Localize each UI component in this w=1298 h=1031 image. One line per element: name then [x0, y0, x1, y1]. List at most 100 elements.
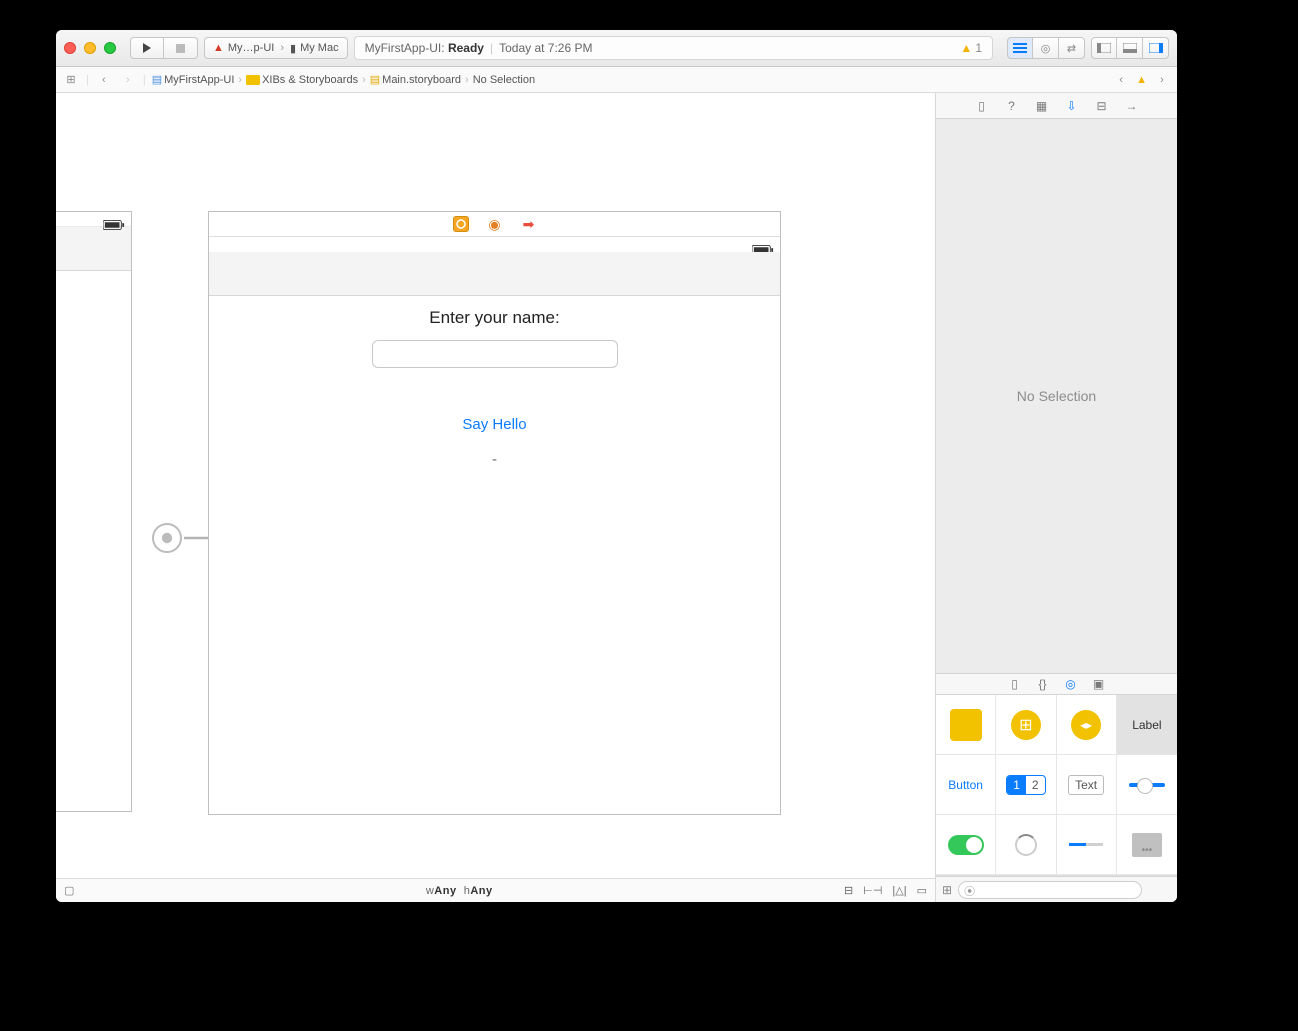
media-library-tab[interactable]: ▣	[1092, 677, 1106, 691]
storyboard-icon: ▤	[370, 73, 380, 86]
crumb-selection: No Selection	[473, 74, 535, 86]
back-button[interactable]: ‹	[95, 71, 113, 89]
toggle-debug-button[interactable]	[1117, 37, 1143, 59]
align-button[interactable]: ⊟	[844, 884, 853, 897]
file-template-tab[interactable]: ▯	[1008, 677, 1022, 691]
resizing-button[interactable]: ▭	[917, 884, 927, 897]
exit-icon[interactable]: ➡	[521, 216, 537, 232]
warning-icon: ▲	[1136, 74, 1147, 86]
pin-button[interactable]: ⊢⊣	[863, 884, 882, 897]
library-filter-input[interactable]	[958, 881, 1142, 899]
view-content[interactable]: Enter your name: Say Hello -	[209, 296, 780, 814]
first-responder-icon[interactable]: ◉	[487, 216, 503, 232]
zoom-window-button[interactable]	[104, 42, 116, 54]
minimize-window-button[interactable]	[84, 42, 96, 54]
size-class-control[interactable]: wAny hAny	[426, 885, 493, 897]
no-selection-label: No Selection	[1017, 388, 1096, 404]
connections-inspector-tab[interactable]: →	[1124, 98, 1140, 114]
navigation-bar[interactable]	[209, 252, 780, 296]
breadcrumb[interactable]: ▤ MyFirstApp-UI › XIBs & Storyboards › ▤…	[152, 73, 535, 86]
lib-item-segmented[interactable]: 12	[996, 755, 1056, 815]
object-library-tab[interactable]: ◎	[1064, 677, 1078, 691]
lib-item-switch[interactable]	[936, 815, 996, 875]
chevron-right-icon: ›	[362, 74, 366, 86]
run-button[interactable]	[130, 37, 164, 59]
toggle-navigator-button[interactable]	[1091, 37, 1117, 59]
xcode-window: ▲ My…p-UI › ▮ My Mac MyFirstApp-UI: Read…	[56, 30, 1177, 902]
traffic-lights	[64, 42, 116, 54]
lib-item-progress[interactable]	[1057, 815, 1117, 875]
enter-name-label[interactable]: Enter your name:	[429, 308, 559, 328]
standard-editor-button[interactable]	[1007, 37, 1033, 59]
toolbar-right: ◎ ⇄	[1007, 37, 1169, 59]
related-items-button[interactable]: ⊞	[62, 71, 80, 89]
grid-view-icon[interactable]: ⊞	[942, 883, 952, 897]
object-library-grid: ⊞ ◂▸ Label Button 12 Text •••	[936, 695, 1177, 876]
status-bar-sim	[209, 237, 780, 252]
file-inspector-tab[interactable]: ▯	[974, 98, 990, 114]
lib-item-textfield[interactable]: Text	[1057, 755, 1117, 815]
resolve-issues-button[interactable]: |△|	[892, 884, 906, 897]
scene-dock: ◉ ➡	[209, 212, 780, 237]
device-icon: ▮	[290, 42, 296, 55]
utilities-panel: ▯ ? ▦ ⇩ ⊟ → No Selection ▯ {} ◎ ▣ ⊞ ◂▸ L…	[935, 93, 1177, 902]
identity-inspector-tab[interactable]: ▦	[1034, 98, 1050, 114]
lib-item-page-control[interactable]: •••	[1117, 815, 1177, 875]
status-time: Today at 7:26 PM	[499, 41, 592, 55]
lib-item-button[interactable]: Button	[936, 755, 996, 815]
battery-icon	[752, 243, 774, 246]
code-snippet-tab[interactable]: {}	[1036, 677, 1050, 691]
warning-count: 1	[975, 41, 982, 55]
lib-item-view-controller[interactable]	[936, 695, 996, 755]
document-outline-toggle[interactable]: ▢	[64, 884, 74, 897]
scheme-device-name: My Mac	[300, 42, 339, 54]
assistant-editor-button[interactable]: ◎	[1033, 37, 1059, 59]
lib-item-collection[interactable]: ⊞	[996, 695, 1056, 755]
jump-bar: ⊞ | ‹ › | ▤ MyFirstApp-UI › XIBs & Story…	[56, 67, 1177, 93]
status-app: MyFirstApp-UI:	[365, 41, 445, 55]
body-split: ◉ ➡ Enter your name: Say Hello -	[56, 93, 1177, 902]
crumb-file: Main.storyboard	[382, 74, 461, 86]
toggle-utilities-button[interactable]	[1143, 37, 1169, 59]
run-stop-group	[130, 37, 198, 59]
close-window-button[interactable]	[64, 42, 76, 54]
scheme-app-name: My…p-UI	[228, 42, 274, 54]
attributes-inspector-tab[interactable]: ⇩	[1064, 98, 1080, 114]
lib-item-slider[interactable]	[1117, 755, 1177, 815]
folder-icon	[246, 75, 260, 85]
lib-item-activity[interactable]	[996, 815, 1056, 875]
inspector-tabs: ▯ ? ▦ ⇩ ⊟ →	[936, 93, 1177, 119]
output-label[interactable]: -	[492, 451, 497, 468]
size-inspector-tab[interactable]: ⊟	[1094, 98, 1110, 114]
toolbar: ▲ My…p-UI › ▮ My Mac MyFirstApp-UI: Read…	[56, 30, 1177, 67]
status-state: Ready	[448, 41, 484, 55]
battery-icon	[103, 218, 125, 220]
canvas-bottom-bar: ▢ wAny hAny ⊟ ⊢⊣ |△| ▭	[56, 878, 935, 902]
inspector-body: No Selection	[936, 119, 1177, 673]
prev-issue-button[interactable]: ‹	[1112, 71, 1130, 89]
chevron-right-icon: ›	[465, 74, 469, 86]
lib-item-label[interactable]: Label	[1117, 695, 1177, 755]
view-controller-icon[interactable]	[453, 216, 469, 232]
stop-button[interactable]	[164, 37, 198, 59]
chevron-right-icon: ›	[238, 74, 242, 86]
crumb-project: MyFirstApp-UI	[164, 74, 234, 86]
forward-button[interactable]: ›	[119, 71, 137, 89]
version-editor-button[interactable]: ⇄	[1059, 37, 1085, 59]
library-filter-bar: ⊞ ⦿	[936, 876, 1177, 902]
lib-item-page[interactable]: ◂▸	[1057, 695, 1117, 755]
project-icon: ▤	[152, 73, 162, 86]
activity-status: MyFirstApp-UI: Ready | Today at 7:26 PM …	[354, 36, 993, 60]
interface-builder-canvas[interactable]: ◉ ➡ Enter your name: Say Hello -	[56, 93, 935, 902]
scheme-selector[interactable]: ▲ My…p-UI › ▮ My Mac	[204, 37, 348, 59]
scene-partial[interactable]	[56, 211, 132, 812]
search-icon: ⦿	[964, 883, 975, 899]
library-tabs: ▯ {} ◎ ▣	[936, 673, 1177, 695]
say-hello-button[interactable]: Say Hello	[462, 416, 526, 433]
warning-icon: ▲	[960, 41, 972, 55]
next-issue-button[interactable]: ›	[1153, 71, 1171, 89]
name-textfield[interactable]	[372, 340, 618, 368]
scene-view-controller[interactable]: ◉ ➡ Enter your name: Say Hello -	[208, 211, 781, 815]
quick-help-tab[interactable]: ?	[1004, 98, 1020, 114]
issue-indicator[interactable]: ▲ 1	[960, 41, 982, 55]
